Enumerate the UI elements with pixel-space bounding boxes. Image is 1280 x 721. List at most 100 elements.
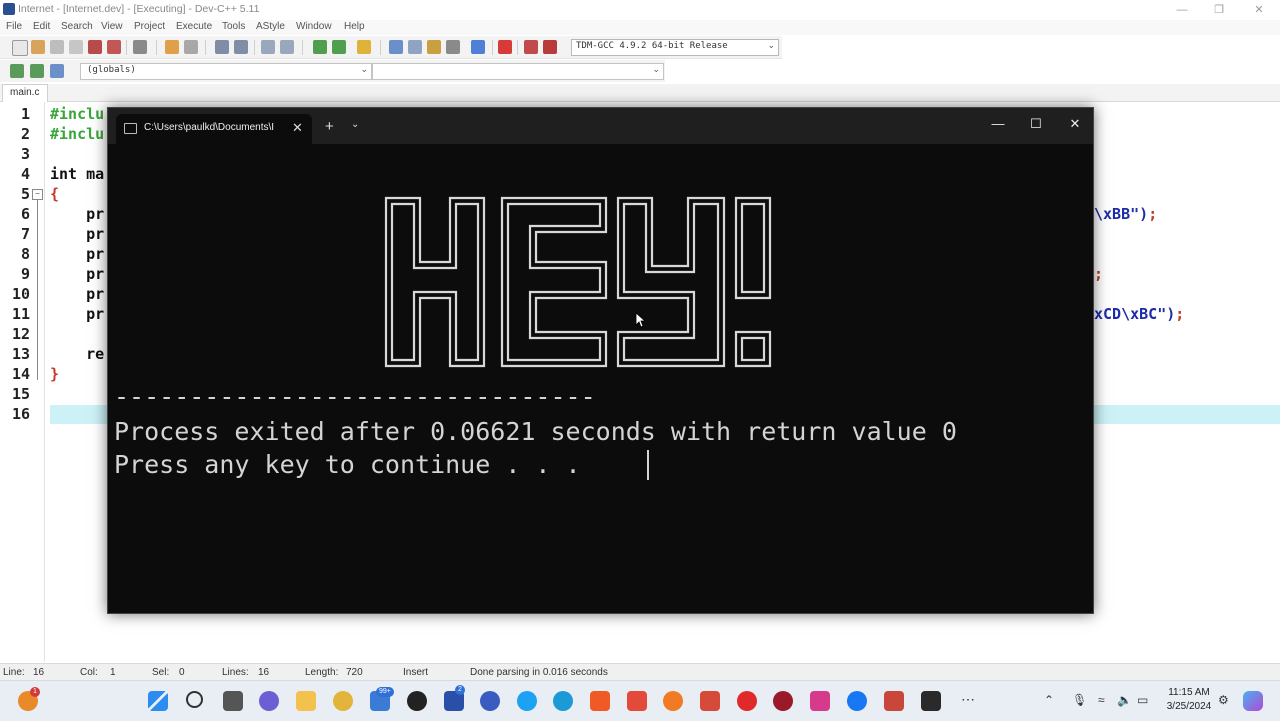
menu-edit[interactable]: Edit — [33, 21, 50, 32]
code-line[interactable]: pr — [50, 205, 104, 223]
replace-icon[interactable] — [234, 40, 248, 54]
tab-main-c[interactable]: main.c — [2, 84, 48, 102]
compiler-select[interactable]: TDM-GCC 4.9.2 64-bit Release ⌄ — [571, 39, 779, 56]
menu-astyle[interactable]: AStyle — [256, 21, 285, 32]
menu-window[interactable]: Window — [296, 21, 332, 32]
wps-icon[interactable] — [700, 691, 720, 711]
print-icon[interactable] — [133, 40, 147, 54]
firefox-icon[interactable] — [663, 691, 683, 711]
app-s-icon[interactable] — [627, 691, 647, 711]
settings-icon[interactable]: ⚙ — [1218, 693, 1229, 707]
menu-execute[interactable]: Execute — [176, 21, 212, 32]
chevron-down-icon[interactable]: ⌄ — [351, 119, 359, 130]
menu-tools[interactable]: Tools — [222, 21, 245, 32]
volume-icon[interactable]: 🔈 — [1117, 693, 1132, 707]
windows-start-icon[interactable] — [148, 691, 168, 711]
terminal-window[interactable]: C:\Users\paulkd\Documents\I ✕ + ⌄ — ☐ ✕ — [107, 107, 1094, 614]
menu-help[interactable]: Help — [344, 21, 365, 32]
plus-icon[interactable]: + — [325, 118, 334, 135]
battery-icon[interactable]: ▭ — [1137, 693, 1148, 707]
redo-icon[interactable] — [184, 40, 198, 54]
window-icon[interactable] — [408, 40, 422, 54]
code-line[interactable]: pr — [50, 285, 104, 303]
code-line-tail[interactable]: \xBB"); — [1094, 205, 1157, 223]
maximize-icon[interactable]: ☐ — [1026, 116, 1046, 132]
code-token: ; — [1175, 305, 1185, 323]
chat-icon[interactable] — [259, 691, 279, 711]
code-line-tail[interactable]: ; — [1094, 265, 1103, 283]
class-browser-icon[interactable] — [357, 40, 371, 54]
opera-gx-icon[interactable] — [773, 691, 793, 711]
new-file-icon[interactable] — [12, 40, 28, 56]
microphone-icon[interactable]: 🎙 — [1072, 693, 1087, 707]
minimize-icon[interactable]: — — [988, 116, 1008, 131]
open-project-icon[interactable] — [31, 40, 45, 54]
close-all-icon[interactable] — [107, 40, 121, 54]
code-line[interactable]: pr — [50, 245, 104, 263]
save-icon[interactable] — [50, 40, 64, 54]
brave-icon[interactable] — [590, 691, 610, 711]
scope-select[interactable]: (globals) ⌄ — [80, 63, 372, 80]
terminal-output[interactable]: -------------------------------- Process… — [108, 144, 1093, 613]
code-line[interactable]: pr — [50, 225, 104, 243]
code-line[interactable]: { — [50, 185, 59, 203]
code-line[interactable]: #inclu — [50, 125, 104, 143]
wifi-icon[interactable]: ≈ — [1098, 693, 1105, 707]
minimize-icon[interactable]: — — [1168, 2, 1196, 18]
search-icon[interactable] — [186, 691, 203, 708]
close-file-icon[interactable] — [88, 40, 102, 54]
twitter-icon[interactable] — [517, 691, 537, 711]
undo-icon[interactable] — [165, 40, 179, 54]
menu-project[interactable]: Project — [134, 21, 165, 32]
compile-icon[interactable] — [427, 40, 441, 54]
indent-icon[interactable] — [261, 40, 275, 54]
code-line[interactable]: pr — [50, 265, 104, 283]
close-icon[interactable]: ✕ — [292, 120, 303, 136]
menu-file[interactable]: File — [6, 21, 22, 32]
check-syntax-icon[interactable] — [471, 40, 485, 54]
debug-icon[interactable] — [543, 40, 557, 54]
clock-date[interactable]: 3/25/2024 — [1163, 701, 1215, 712]
goto-bookmark-icon[interactable] — [50, 64, 64, 78]
task-view-icon[interactable] — [223, 691, 243, 711]
chevron-up-icon[interactable]: ⌃ — [1044, 693, 1054, 707]
remote-app-icon[interactable] — [480, 691, 500, 711]
clock-time[interactable]: 11:15 AM — [1163, 687, 1215, 698]
insert-icon[interactable] — [10, 64, 24, 78]
stop-execution-icon[interactable] — [498, 40, 512, 54]
chrome-icon[interactable] — [333, 691, 353, 711]
find-icon[interactable] — [215, 40, 229, 54]
terminal-tab[interactable]: C:\Users\paulkd\Documents\I ✕ — [116, 114, 312, 144]
code-line[interactable]: #inclu — [50, 105, 104, 123]
copilot-icon[interactable] — [1243, 691, 1263, 711]
code-line[interactable]: pr — [50, 305, 104, 323]
edge-icon[interactable] — [553, 691, 573, 711]
powerpoint-icon[interactable] — [884, 691, 904, 711]
bookmark-icon[interactable] — [332, 40, 346, 54]
fold-toggle-icon[interactable]: − — [32, 189, 43, 200]
close-icon[interactable]: ✕ — [1065, 116, 1085, 132]
record-icon[interactable] — [407, 691, 427, 711]
code-line-tail[interactable]: xCD\xBC"); — [1094, 305, 1184, 323]
menu-view[interactable]: View — [101, 21, 123, 32]
grid-view-icon[interactable] — [389, 40, 403, 54]
instagram-icon[interactable] — [810, 691, 830, 711]
file-explorer-icon[interactable] — [296, 691, 316, 711]
tile-icon[interactable] — [446, 40, 460, 54]
function-select[interactable]: ⌄ — [372, 63, 664, 80]
close-icon[interactable]: ✕ — [1245, 2, 1273, 18]
save-all-icon[interactable] — [69, 40, 83, 54]
code-line[interactable]: } — [50, 365, 59, 383]
restore-icon[interactable]: ❐ — [1205, 2, 1233, 18]
toggle-bookmark-icon[interactable] — [30, 64, 44, 78]
opera-icon[interactable] — [737, 691, 757, 711]
goto-icon[interactable] — [313, 40, 327, 54]
facebook-icon[interactable] — [847, 691, 867, 711]
terminal-taskbar-icon[interactable] — [921, 691, 941, 711]
profile-chart-icon[interactable] — [524, 40, 538, 54]
code-line[interactable]: int ma — [50, 165, 104, 183]
code-line[interactable]: re — [50, 345, 104, 363]
unindent-icon[interactable] — [280, 40, 294, 54]
menu-search[interactable]: Search — [61, 21, 93, 32]
more-icon[interactable]: ⋯ — [958, 691, 978, 711]
